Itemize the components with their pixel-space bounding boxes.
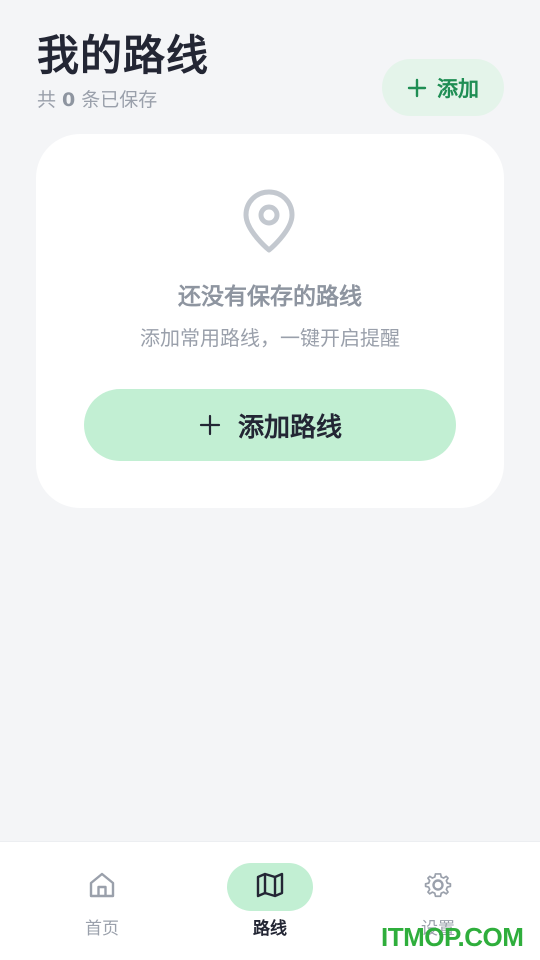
plus-icon <box>407 78 427 98</box>
nav-icon-container <box>395 863 481 911</box>
cta-button-label: 添加路线 <box>237 412 342 443</box>
subtitle-prefix: 共 <box>37 89 57 111</box>
routes-page: 我的路线 共 0 条已保存 添加 还没有保存的路线 添加常用路线，一键开启提醒 添加… <box>0 0 540 960</box>
nav-icon-container-active <box>227 863 313 911</box>
saved-count-text: 共 0 条已保存 <box>37 88 157 112</box>
subtitle-suffix: 条已保存 <box>81 89 158 111</box>
gear-icon <box>422 869 454 905</box>
plus-icon <box>198 413 222 437</box>
nav-label-home: 首页 <box>85 919 119 939</box>
watermark-logo: ITMOP.COM <box>381 922 524 952</box>
nav-icon-container <box>59 863 145 911</box>
home-icon <box>86 869 118 905</box>
nav-item-home[interactable]: 首页 <box>12 842 192 960</box>
map-icon <box>254 869 286 905</box>
route-count: 0 <box>62 89 76 111</box>
nav-label-routes: 路线 <box>253 919 287 939</box>
empty-state-description: 添加常用路线，一键开启提醒 <box>140 326 400 350</box>
add-route-button[interactable]: 添加 <box>382 59 504 116</box>
page-title: 我的路线 <box>37 31 210 80</box>
add-button-label: 添加 <box>437 76 479 101</box>
add-route-cta-button[interactable]: 添加路线 <box>84 389 456 461</box>
empty-state-title: 还没有保存的路线 <box>178 284 362 310</box>
nav-item-routes[interactable]: 路线 <box>180 842 360 960</box>
map-pin-icon <box>233 186 305 258</box>
